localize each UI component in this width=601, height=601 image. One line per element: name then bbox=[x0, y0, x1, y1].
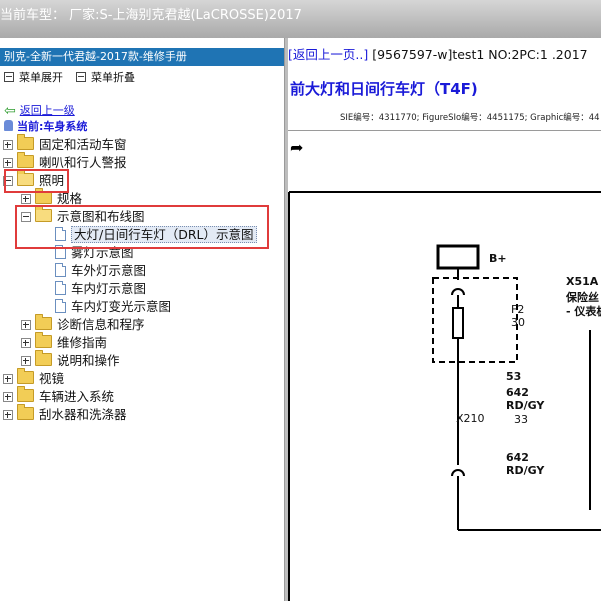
document-icon bbox=[55, 299, 66, 313]
inline-connector-x210-symbol bbox=[451, 469, 465, 477]
tree-item-repair-guide[interactable]: 维修指南 bbox=[21, 332, 107, 352]
window-title-bar: 当前车型： 厂家:S-上海别克君越(LaCROSSE)2017 bbox=[0, 0, 601, 39]
expand-plus-icon[interactable] bbox=[3, 140, 13, 150]
folder-icon bbox=[35, 350, 52, 366]
tree-item-interior-dimming[interactable]: 车内灯变光示意图 bbox=[55, 298, 171, 316]
expand-plus-icon[interactable] bbox=[3, 374, 13, 384]
wiring-diagram-svg bbox=[288, 191, 601, 601]
tree-item-interior-lamp[interactable]: 车内灯示意图 bbox=[55, 280, 146, 298]
wire1-number: 642 bbox=[506, 386, 529, 399]
tree-item-wipers[interactable]: 刮水器和洗涤器 bbox=[3, 404, 127, 424]
fuse-block-subname: - 仪表板 bbox=[566, 305, 601, 318]
back-up-level-link[interactable]: ⇦ 返回上一级 bbox=[4, 102, 75, 119]
connector-x210-label: X210 bbox=[456, 412, 485, 425]
expand-plus-icon[interactable] bbox=[3, 392, 13, 402]
doc-header: [返回上一页..] [9567597-w]test1 NO:2PC:1 .201… bbox=[288, 44, 588, 63]
doc-meta: SIE编号：4311770; FigureSIo编号：4451175; Grap… bbox=[340, 113, 600, 123]
expand-plus-icon[interactable] bbox=[21, 194, 31, 204]
fuse-id-label: F2 bbox=[511, 303, 525, 316]
battery-supply-symbol bbox=[436, 244, 480, 270]
tree-item-exterior-lamp[interactable]: 车外灯示意图 bbox=[55, 262, 146, 280]
menu-collapse-icon bbox=[76, 72, 86, 82]
collapse-all-button[interactable]: 菜单折叠 bbox=[76, 69, 135, 85]
highlight-box-lighting bbox=[4, 169, 69, 193]
wire2-color: RD/GY bbox=[506, 464, 545, 477]
pin-53-label: 53 bbox=[506, 370, 522, 383]
document-icon bbox=[55, 263, 66, 277]
expand-all-button[interactable]: 菜单展开 bbox=[4, 69, 63, 85]
folder-icon bbox=[35, 332, 52, 348]
system-icon bbox=[4, 120, 13, 131]
highlight-box-schematics bbox=[15, 205, 269, 249]
connector-right-label: X51A bbox=[566, 275, 599, 288]
tree-item-desc-ops[interactable]: 说明和操作 bbox=[21, 350, 120, 370]
wire1-color: RD/GY bbox=[506, 399, 545, 412]
expand-plus-icon[interactable] bbox=[21, 356, 31, 366]
folder-icon bbox=[17, 404, 34, 420]
expand-plus-icon[interactable] bbox=[3, 158, 13, 168]
tree-item-mirrors[interactable]: 视镜 bbox=[3, 368, 64, 388]
wiring-diagram: B+ F2 30 X51A 保险丝 - 仪表板 53 642 RD/GY X21… bbox=[288, 160, 601, 601]
navigation-panel: 别克-全新一代君越-2017款-维修手册 菜单展开 菜单折叠 ⇦ 返回上一级 当前… bbox=[0, 38, 285, 601]
fuse-connector-symbol bbox=[451, 288, 465, 296]
manual-title: 别克-全新一代君越-2017款-维修手册 bbox=[4, 50, 187, 63]
back-page-link[interactable]: [返回上一页..] bbox=[288, 47, 368, 62]
menu-expand-icon bbox=[4, 72, 14, 82]
window-title: 当前车型： 厂家:S-上海别克君越(LaCROSSE)2017 bbox=[0, 8, 302, 23]
content-panel: [返回上一页..] [9567597-w]test1 NO:2PC:1 .201… bbox=[288, 38, 601, 601]
folder-icon bbox=[17, 152, 34, 168]
document-icon bbox=[55, 281, 66, 295]
fuse-block-outline bbox=[432, 277, 518, 363]
expand-plus-icon[interactable] bbox=[21, 320, 31, 330]
doc-info: [9567597-w]test1 NO:2PC:1 .2017 bbox=[372, 47, 588, 62]
diagram-nav-arrow-icon[interactable]: ➦ bbox=[290, 138, 303, 157]
folder-icon bbox=[35, 314, 52, 330]
folder-icon bbox=[17, 386, 34, 402]
manual-title-bar: 别克-全新一代君越-2017款-维修手册 bbox=[0, 48, 284, 66]
pin-33-label: 33 bbox=[514, 413, 528, 426]
fuse-rating-label: 30 bbox=[511, 316, 525, 329]
folder-icon bbox=[17, 368, 34, 384]
wire2-number: 642 bbox=[506, 451, 529, 464]
supply-label: B+ bbox=[489, 252, 507, 265]
expand-plus-icon[interactable] bbox=[3, 410, 13, 420]
folder-icon bbox=[17, 134, 34, 150]
fuse-f2-symbol bbox=[452, 307, 464, 339]
current-system-label: 当前:车身系统 bbox=[4, 118, 87, 134]
divider bbox=[288, 130, 601, 131]
back-arrow-icon: ⇦ bbox=[4, 103, 16, 119]
doc-title: 前大灯和日间行车灯（T4F) bbox=[290, 80, 478, 98]
expand-plus-icon[interactable] bbox=[21, 338, 31, 348]
